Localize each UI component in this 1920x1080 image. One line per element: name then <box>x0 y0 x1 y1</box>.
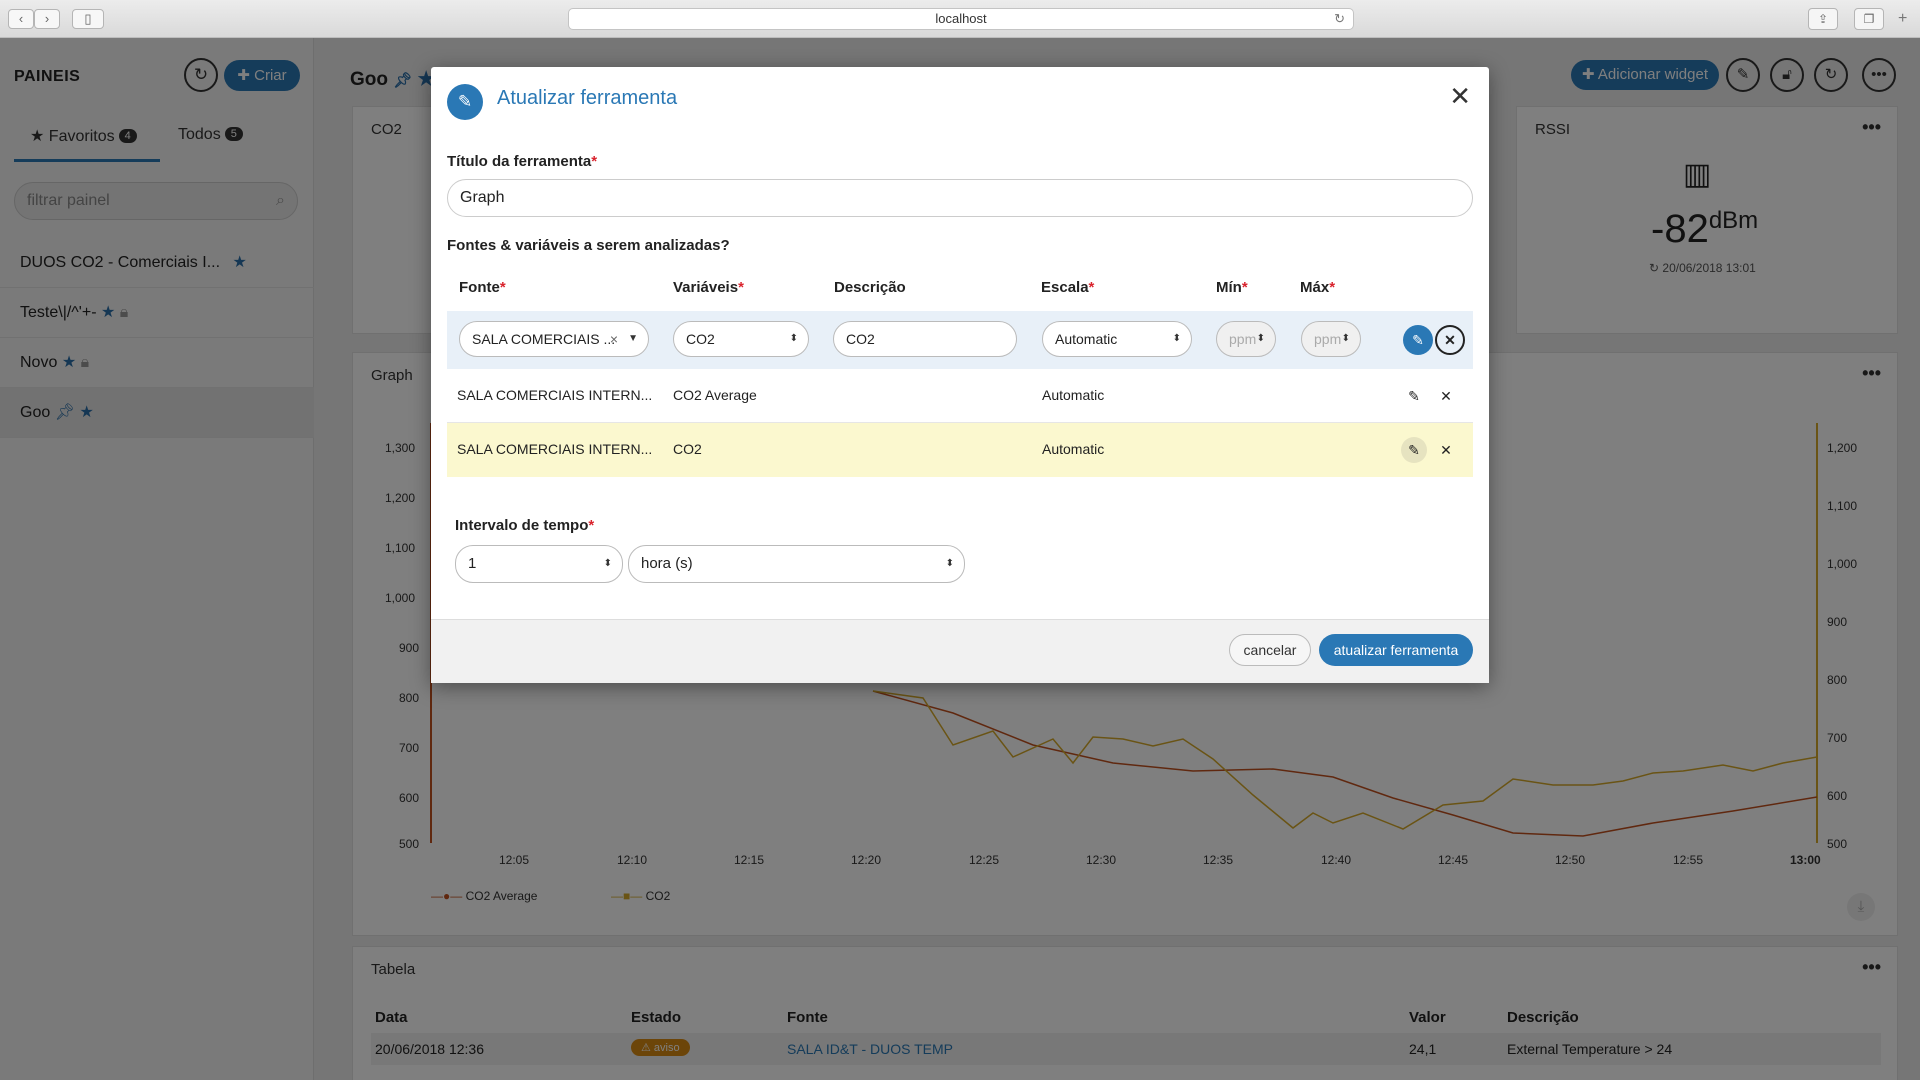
tool-title-label: Título da ferramenta* <box>447 153 597 170</box>
column-descricao: Descrição <box>834 279 906 296</box>
descricao-input[interactable]: CO2 <box>833 321 1017 357</box>
row-escala: Automatic <box>1042 387 1105 403</box>
delete-row-button[interactable]: ✕ <box>1433 383 1459 409</box>
column-label: Escala <box>1041 279 1089 296</box>
row-variavel: CO2 Average <box>673 387 757 403</box>
reload-icon[interactable]: ↻ <box>1334 9 1345 29</box>
browser-toolbar: ‹ › ▯ localhost ↻ ⇪ ❐ + <box>0 0 1920 38</box>
share-icon[interactable]: ⇪ <box>1808 8 1838 30</box>
clear-icon[interactable]: × <box>610 322 618 356</box>
variavel-select[interactable]: CO2 ⬍ <box>673 321 809 357</box>
column-label: Variáveis <box>673 279 739 296</box>
max-placeholder: ppm <box>1314 331 1342 347</box>
close-icon: ✕ <box>1440 388 1452 404</box>
close-icon: ✕ <box>1444 332 1456 348</box>
row-escala: Automatic <box>1042 441 1105 457</box>
row-fonte: SALA COMERCIAIS INTERN... <box>457 441 653 457</box>
escala-value: Automatic <box>1055 331 1118 347</box>
variable-row-selected: SALA COMERCIAIS INTERN... CO2 Automatic … <box>447 423 1473 477</box>
updown-icon: ⬍ <box>789 333 798 344</box>
interval-label: Intervalo de tempo* <box>455 517 594 534</box>
required-marker: * <box>1329 279 1336 296</box>
updown-icon: ⬍ <box>945 558 954 569</box>
pencil-icon: ✎ <box>1408 442 1420 458</box>
modal-footer: cancelar atualizar ferramenta <box>431 619 1489 683</box>
pencil-icon: ✎ <box>447 84 483 120</box>
required-marker: * <box>591 153 598 170</box>
column-escala: Escala* <box>1041 279 1094 296</box>
fonte-select[interactable]: SALA COMERCIAIS ... × ▼ <box>459 321 649 357</box>
column-label: Máx <box>1300 279 1330 296</box>
required-marker: * <box>499 279 506 296</box>
min-input[interactable]: ppm ⬍ <box>1216 321 1276 357</box>
label-text: Título da ferramenta <box>447 153 592 170</box>
interval-unit-select[interactable]: hora (s) ⬍ <box>628 545 965 583</box>
interval-number-input[interactable]: 1 ⬍ <box>455 545 623 583</box>
stepper-icon: ⬍ <box>1256 333 1265 344</box>
edit-row-button[interactable]: ✎ <box>1401 437 1427 463</box>
sources-label: Fontes & variáveis a serem analizadas? <box>447 237 730 254</box>
required-marker: * <box>588 517 595 534</box>
required-marker: * <box>1241 279 1248 296</box>
row-fonte: SALA COMERCIAIS INTERN... <box>457 387 653 403</box>
stepper-icon: ⬍ <box>1341 333 1350 344</box>
pencil-icon: ✎ <box>1412 332 1424 348</box>
modal-title: Atualizar ferramenta <box>497 87 678 109</box>
required-marker: * <box>738 279 744 296</box>
close-icon[interactable]: ✕ <box>1449 81 1471 112</box>
delete-row-button[interactable]: ✕ <box>1433 437 1459 463</box>
updown-icon: ⬍ <box>1172 333 1181 344</box>
url-text: localhost <box>935 11 987 26</box>
pencil-icon: ✎ <box>1408 388 1420 404</box>
edit-row-button[interactable]: ✎ <box>1401 383 1427 409</box>
column-max: Máx* <box>1300 279 1335 296</box>
column-label: Fonte <box>459 279 500 296</box>
tabs-icon[interactable]: ❐ <box>1854 8 1884 30</box>
column-fonte: Fonte* <box>459 279 506 296</box>
label-text: Intervalo de tempo <box>455 517 589 534</box>
sidebar-toggle-icon[interactable]: ▯ <box>72 9 104 29</box>
cancel-button[interactable]: cancelar <box>1229 634 1311 666</box>
interval-value: 1 <box>468 555 477 572</box>
cancel-edit-button[interactable]: ✕ <box>1435 325 1465 355</box>
max-input[interactable]: ppm ⬍ <box>1301 321 1361 357</box>
column-label: Mín <box>1216 279 1242 296</box>
stepper-icon: ⬍ <box>603 558 612 569</box>
fonte-value: SALA COMERCIAIS ... <box>472 331 616 347</box>
required-marker: * <box>1088 279 1095 296</box>
tool-title-input[interactable]: Graph <box>447 179 1473 217</box>
new-tab-icon[interactable]: + <box>1898 10 1907 28</box>
chevron-down-icon: ▼ <box>628 333 638 344</box>
row-variavel: CO2 <box>673 441 702 457</box>
back-icon[interactable]: ‹ <box>8 9 34 29</box>
edit-row: SALA COMERCIAIS ... × ▼ CO2 ⬍ CO2 Automa… <box>447 311 1473 369</box>
column-min: Mín* <box>1216 279 1248 296</box>
variavel-value: CO2 <box>686 331 715 347</box>
escala-select[interactable]: Automatic ⬍ <box>1042 321 1192 357</box>
url-bar[interactable]: localhost ↻ <box>568 8 1354 30</box>
close-icon: ✕ <box>1440 442 1452 458</box>
column-variaveis: Variáveis* <box>673 279 744 296</box>
min-placeholder: ppm <box>1229 331 1257 347</box>
variable-row: SALA COMERCIAIS INTERN... CO2 Average Au… <box>447 369 1473 423</box>
interval-unit-value: hora (s) <box>641 555 693 572</box>
confirm-edit-button[interactable]: ✎ <box>1403 325 1433 355</box>
update-tool-modal: ✎ Atualizar ferramenta ✕ Título da ferra… <box>431 67 1489 683</box>
forward-icon[interactable]: › <box>34 9 60 29</box>
update-tool-button[interactable]: atualizar ferramenta <box>1319 634 1473 666</box>
